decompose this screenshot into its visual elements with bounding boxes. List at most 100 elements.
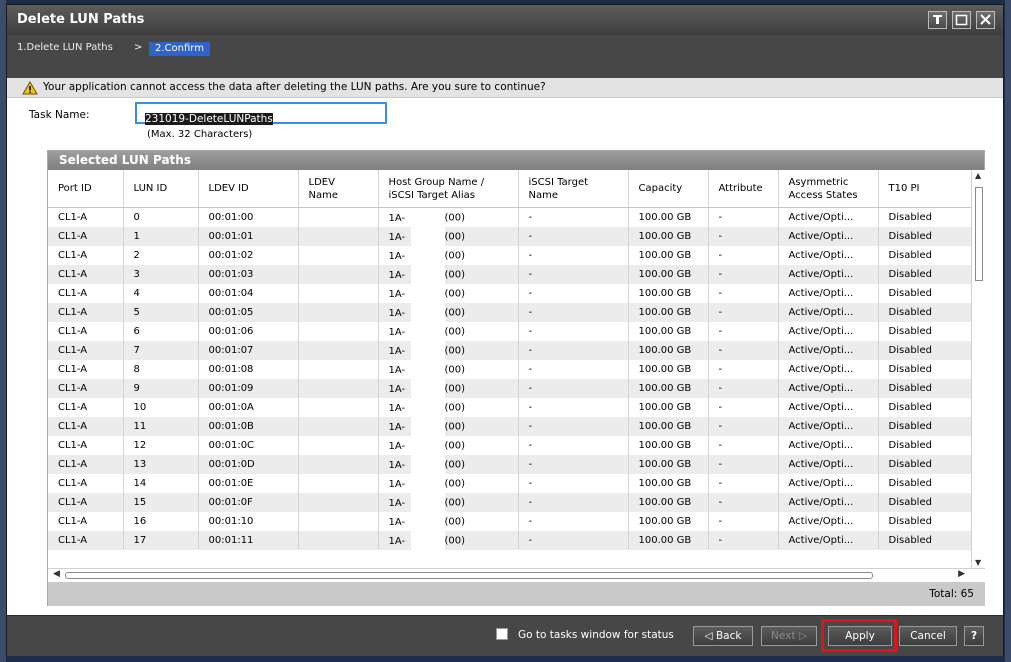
table-row[interactable]: CL1-A 14 00:01:0E 1A- (00) -100.00 GB - Active/… xyxy=(48,474,971,493)
cell-t10: Disabled xyxy=(878,531,971,550)
cell-ldev: 00:01:0B xyxy=(198,417,299,436)
table-row[interactable]: CL1-A 13 00:01:0D 1A- (00) -100.00 GB - Active/… xyxy=(48,455,971,474)
cancel-button[interactable]: Cancel xyxy=(899,626,957,646)
scroll-right-icon[interactable]: ▶ xyxy=(958,569,965,579)
table-row[interactable]: CL1-A 17 00:01:11 1A- (00) -100.00 GB - Active/… xyxy=(48,531,971,550)
cell-host-group: 1A- (00) xyxy=(378,322,519,341)
table-row[interactable]: CL1-A 10 00:01:0A 1A- (00) -100.00 GB - Active/… xyxy=(48,398,971,417)
next-button[interactable]: Next ▷ xyxy=(761,626,817,646)
help-button[interactable]: ? xyxy=(964,626,984,646)
table-row[interactable]: CL1-A 16 00:01:10 1A- (00) -100.00 GB - Active/… xyxy=(48,512,971,531)
table-row[interactable]: CL1-A 9 00:01:09 1A- (00) -100.00 GB - Active/O… xyxy=(48,379,971,398)
redacted-region xyxy=(410,227,445,246)
host-group-prefix: 1A- xyxy=(388,231,406,243)
cell-access: Active/Opti... xyxy=(778,322,879,341)
cell-lun: 5 xyxy=(123,303,199,322)
cell-access: Active/Opti... xyxy=(778,531,879,550)
column-header[interactable]: Host Group Name / iSCSI Target Alias xyxy=(378,170,519,208)
host-group-suffix: (00) xyxy=(444,497,466,509)
scroll-up-icon[interactable]: ▲ xyxy=(975,171,981,180)
table-row[interactable]: CL1-A 2 00:01:02 1A- (00) -100.00 GB - Active/O… xyxy=(48,246,971,265)
host-group-suffix: (00) xyxy=(444,269,466,281)
vertical-scroll-thumb[interactable] xyxy=(975,187,983,281)
host-group-prefix: 1A- xyxy=(388,383,406,395)
host-group-suffix: (00) xyxy=(444,326,466,338)
cell-t10: Disabled xyxy=(878,322,971,341)
cell-lun: 8 xyxy=(123,360,199,379)
total-bar: Total: 65 xyxy=(48,582,985,606)
table-row[interactable]: CL1-A 5 00:01:05 1A- (00) -100.00 GB - Active/O… xyxy=(48,303,971,322)
delete-lun-paths-dialog: Delete LUN Paths 1.Delete LUN Paths > 2.… xyxy=(6,4,1004,656)
column-header[interactable]: Port ID xyxy=(48,170,124,208)
table-row[interactable]: CL1-A 15 00:01:0F 1A- (00) -100.00 GB - Active/… xyxy=(48,493,971,512)
cell-iscsi: - xyxy=(518,227,629,246)
column-header[interactable]: LUN ID xyxy=(123,170,199,208)
host-group-prefix: 1A- xyxy=(388,364,406,376)
cell-iscsi: - xyxy=(518,436,629,455)
redacted-region xyxy=(410,303,445,322)
table-row[interactable]: CL1-A 1 00:01:01 1A- (00) -100.00 GB - Active/O… xyxy=(48,227,971,246)
title-bar[interactable]: Delete LUN Paths xyxy=(7,5,1003,36)
cell-host-group: 1A- (00) xyxy=(378,207,519,227)
redacted-region xyxy=(410,322,445,341)
breadcrumb-step-confirm: 2.Confirm xyxy=(149,42,210,56)
column-header[interactable]: LDEV Name xyxy=(298,170,379,208)
cell-ldev-name xyxy=(298,207,379,227)
table-row[interactable]: CL1-A 3 00:01:03 1A- (00) -100.00 GB - Active/O… xyxy=(48,265,971,284)
table-row[interactable]: CL1-A 8 00:01:08 1A- (00) -100.00 GB - Active/O… xyxy=(48,360,971,379)
column-header[interactable]: Capacity xyxy=(628,170,709,208)
table-row[interactable]: CL1-A 4 00:01:04 1A- (00) -100.00 GB - Active/O… xyxy=(48,284,971,303)
column-header[interactable]: Attribute xyxy=(708,170,779,208)
cell-ldev-name xyxy=(298,265,379,284)
cell-iscsi: - xyxy=(518,474,629,493)
vertical-scrollbar[interactable]: ▲ ▼ xyxy=(971,170,985,568)
cell-host-group: 1A- (00) xyxy=(378,341,519,360)
breadcrumb-step-delete-lun-paths[interactable]: 1.Delete LUN Paths xyxy=(17,42,113,56)
table-row[interactable]: CL1-A 6 00:01:06 1A- (00) -100.00 GB - Active/O… xyxy=(48,322,971,341)
back-button[interactable]: ◁ Back xyxy=(693,626,753,646)
cell-port: CL1-A xyxy=(48,227,124,246)
table-row[interactable]: CL1-A 11 00:01:0B 1A- (00) -100.00 GB - Active/… xyxy=(48,417,971,436)
cell-access: Active/Opti... xyxy=(778,493,879,512)
horizontal-scrollbar[interactable]: ◀ ▶ xyxy=(48,568,985,582)
cell-attribute: - xyxy=(708,474,779,493)
cell-attribute: - xyxy=(708,455,779,474)
column-header[interactable]: LDEV ID xyxy=(198,170,299,208)
table-row[interactable]: CL1-A 0 00:01:00 1A- (00) -100.00 GB - Active/O… xyxy=(48,207,971,227)
total-label: Total: xyxy=(929,588,958,600)
cell-attribute: - xyxy=(708,531,779,550)
horizontal-scroll-thumb[interactable] xyxy=(65,572,873,579)
task-name-input[interactable]: 231019-DeleteLUNPaths xyxy=(135,102,387,125)
cell-access: Active/Opti... xyxy=(778,284,879,303)
table-row[interactable]: CL1-A 7 00:01:07 1A- (00) -100.00 GB - Active/O… xyxy=(48,341,971,360)
host-group-suffix: (00) xyxy=(444,307,466,319)
cell-ldev: 00:01:0E xyxy=(198,474,299,493)
cell-host-group: 1A- (00) xyxy=(378,417,519,436)
cell-lun: 11 xyxy=(123,417,199,436)
cell-attribute: - xyxy=(708,246,779,265)
cell-host-group: 1A- (00) xyxy=(378,265,519,284)
cell-access: Active/Opti... xyxy=(778,417,879,436)
scroll-left-icon[interactable]: ◀ xyxy=(53,569,60,579)
table-row[interactable]: CL1-A 12 00:01:0C 1A- (00) -100.00 GB - Active/… xyxy=(48,436,971,455)
redacted-region xyxy=(410,284,445,303)
scroll-down-icon[interactable]: ▼ xyxy=(975,558,981,567)
host-group-suffix: (00) xyxy=(444,535,466,547)
cell-capacity: 100.00 GB xyxy=(628,531,709,550)
column-header[interactable]: Asymmetric Access States xyxy=(778,170,879,208)
host-group-suffix: (00) xyxy=(444,402,466,414)
cell-lun: 14 xyxy=(123,474,199,493)
cell-capacity: 100.00 GB xyxy=(628,360,709,379)
cell-attribute: - xyxy=(708,417,779,436)
close-icon[interactable] xyxy=(976,11,995,29)
apply-highlight-box xyxy=(821,619,897,652)
go-to-tasks-label[interactable]: Go to tasks window for status xyxy=(518,629,674,641)
maximize-icon[interactable] xyxy=(952,11,971,29)
go-to-tasks-checkbox[interactable] xyxy=(496,628,508,640)
cell-access: Active/Opti... xyxy=(778,512,879,531)
redacted-region xyxy=(410,436,445,455)
cell-access: Active/Opti... xyxy=(778,436,879,455)
column-header[interactable]: iSCSI Target Name xyxy=(518,170,629,208)
pin-icon[interactable] xyxy=(928,11,947,29)
column-header[interactable]: T10 PI xyxy=(878,170,971,208)
